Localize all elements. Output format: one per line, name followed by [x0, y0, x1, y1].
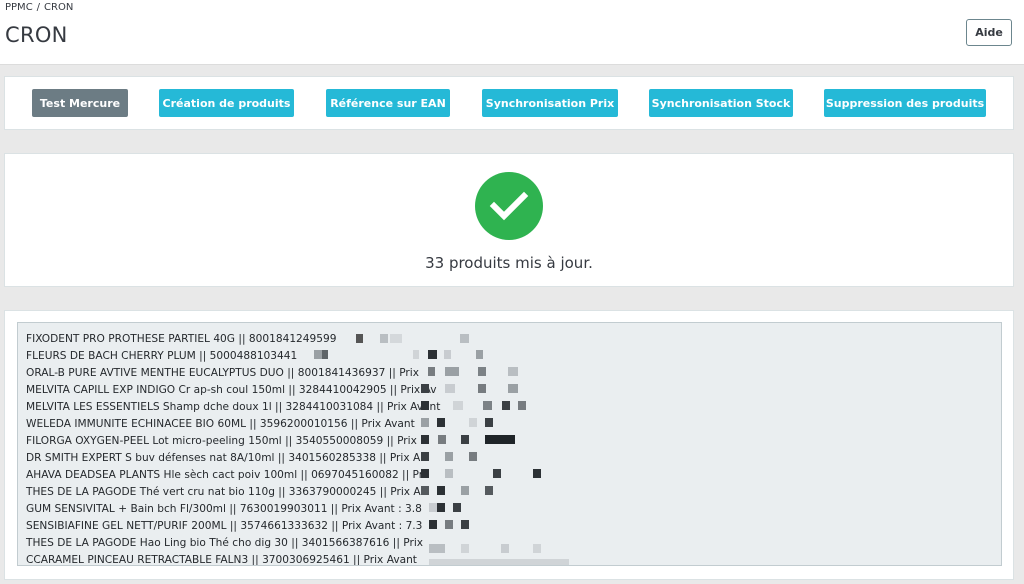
help-button[interactable]: Aide — [966, 19, 1012, 46]
page-header: PPMC / CRON CRON Aide — [0, 0, 1024, 65]
log-line: GUM SENSIVITAL + Bain bch Fl/300ml || 76… — [26, 503, 422, 515]
page-title: CRON — [5, 23, 68, 47]
breadcrumb: PPMC / CRON — [5, 2, 73, 13]
success-indicator — [475, 172, 543, 240]
log-line: DR SMITH EXPERT S buv défenses nat 8A/10… — [26, 452, 421, 464]
breadcrumb-item-cron[interactable]: CRON — [44, 2, 73, 13]
product-deletion-button[interactable]: Suppression des produits — [824, 89, 986, 117]
price-sync-button[interactable]: Synchronisation Prix — [482, 89, 618, 117]
stock-sync-button[interactable]: Synchronisation Stock — [649, 89, 793, 117]
log-line: WELEDA IMMUNITE ECHINACEE BIO 60ML || 35… — [26, 418, 415, 430]
log-line: ORAL-B PURE AVTIVE MENTHE EUCALYPTUS DUO… — [26, 367, 420, 379]
log-line: AHAVA DEADSEA PLANTS Hle sèch cact poiv … — [26, 469, 424, 481]
log-line: THES DE LA PAGODE Hao Ling bio Thé cho d… — [26, 537, 424, 549]
status-message: 33 produits mis à jour. — [425, 254, 593, 272]
log-line: FIXODENT PRO PROTHESE PARTIEL 40G || 800… — [26, 333, 337, 345]
check-icon — [489, 191, 529, 221]
log-output[interactable]: FIXODENT PRO PROTHESE PARTIEL 40G || 800… — [17, 322, 1002, 566]
product-creation-button[interactable]: Création de produits — [159, 89, 294, 117]
breadcrumb-item-ppmc[interactable]: PPMC — [5, 2, 33, 13]
log-line: FLEURS DE BACH CHERRY PLUM || 5000488103… — [26, 350, 298, 362]
ean-reference-button[interactable]: Référence sur EAN — [326, 89, 450, 117]
log-line: THES DE LA PAGODE Thé vert cru nat bio 1… — [26, 486, 421, 498]
log-line: CCARAMEL PINCEAU RETRACTABLE FALN3 || 37… — [26, 554, 417, 566]
log-line: MELVITA LES ESSENTIELS Shamp dche doux 1… — [26, 401, 441, 413]
log-line: SENSIBIAFINE GEL NETT/PURIF 200ML || 357… — [26, 520, 423, 532]
breadcrumb-separator: / — [36, 2, 41, 13]
test-mercure-button[interactable]: Test Mercure — [32, 89, 128, 117]
log-line: FILORGA OXYGEN-PEEL Lot micro-peeling 15… — [26, 435, 417, 447]
log-line: MELVITA CAPILL EXP INDIGO Cr ap-sh coul … — [26, 384, 437, 396]
